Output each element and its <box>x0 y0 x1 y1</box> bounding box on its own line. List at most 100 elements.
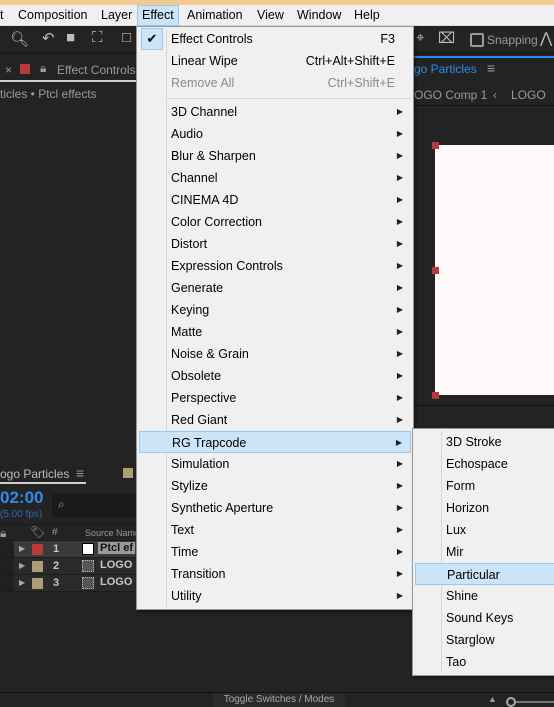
submenu-item-horizon[interactable]: Horizon <box>415 497 554 519</box>
menu-layer[interactable]: Layer <box>97 5 136 26</box>
transform-handle[interactable] <box>432 142 439 149</box>
menu-help[interactable]: Help <box>350 5 384 26</box>
menu-item-channel[interactable]: Channel ▶ <box>139 167 411 189</box>
menu-item-generate[interactable]: Generate ▶ <box>139 277 411 299</box>
camera-tool-icon[interactable]: ■ <box>66 29 75 46</box>
expand-arrow-icon[interactable]: ▶ <box>19 561 25 570</box>
menu-item-obsolete[interactable]: Obsolete ▶ <box>139 365 411 387</box>
menu-item-expression-controls[interactable]: Expression Controls ▶ <box>139 255 411 277</box>
close-icon[interactable]: × <box>5 63 12 77</box>
zoom-out-icon[interactable]: ▲ <box>488 694 497 704</box>
layer-row[interactable]: ▶ 3 LOGO <box>0 575 136 592</box>
menu-item-cinema-4d[interactable]: CINEMA 4D ▶ <box>139 189 411 211</box>
panel-menu-icon[interactable]: ≡ <box>76 465 84 481</box>
zoom-tool-icon[interactable]: 🔍︎ <box>10 30 29 48</box>
menu-item-label: Utility <box>171 589 202 603</box>
submenu-item-echospace[interactable]: Echospace <box>415 453 554 475</box>
menu-item-noise-grain[interactable]: Noise & Grain ▶ <box>139 343 411 365</box>
lock-toggle[interactable] <box>0 575 14 591</box>
menu-item-label: Horizon <box>446 501 490 515</box>
menu-item-time[interactable]: Time ▶ <box>139 541 411 563</box>
submenu-item-particular[interactable]: Particular <box>415 563 554 585</box>
layer-search-input[interactable]: ⌕ <box>52 494 142 518</box>
menu-t[interactable]: t <box>0 5 7 26</box>
lock-icon[interactable]: 🔒︎ <box>40 61 46 76</box>
submenu-arrow-icon: ▶ <box>396 195 403 204</box>
number-column-header[interactable]: # <box>52 527 58 538</box>
menu-item-3d-channel[interactable]: 3D Channel ▶ <box>139 101 411 123</box>
menu-item-synthetic-aperture[interactable]: Synthetic Aperture ▶ <box>139 497 411 519</box>
submenu-item-form[interactable]: Form <box>415 475 554 497</box>
puppet-pin-tool-icon[interactable]: ⌖ <box>416 29 424 46</box>
effect-controls-tab[interactable]: × 🔒︎ Effect Controls <box>0 58 136 82</box>
menu-view[interactable]: View <box>253 5 288 26</box>
lock-toggle[interactable] <box>0 558 14 574</box>
menu-item-blur-sharpen[interactable]: Blur & Sharpen ▶ <box>139 145 411 167</box>
snapping-checkbox[interactable] <box>470 33 484 47</box>
zoom-slider-track[interactable] <box>516 701 554 703</box>
source-name-column-header[interactable]: Source Name <box>85 528 140 538</box>
submenu-item-lux[interactable]: Lux <box>415 519 554 541</box>
submenu-item-starglow[interactable]: Starglow <box>415 629 554 651</box>
menu-item-matte[interactable]: Matte ▶ <box>139 321 411 343</box>
menu-item-perspective[interactable]: Perspective ▶ <box>139 387 411 409</box>
panel-menu-icon[interactable]: ≡ <box>487 60 495 76</box>
menu-item-label: Synthetic Aperture <box>171 501 274 515</box>
expand-arrow-icon[interactable]: ▶ <box>19 544 25 553</box>
menu-item-distort[interactable]: Distort ▶ <box>139 233 411 255</box>
timeline-tab[interactable]: ogo Particles <box>0 464 86 484</box>
label-color-swatch[interactable] <box>32 578 43 589</box>
menu-item-label: Echospace <box>446 457 508 471</box>
comp-tab[interactable]: go Particles <box>414 62 477 76</box>
puppet-overlap-tool-icon[interactable]: ⌧ <box>438 29 455 47</box>
layer-number: 2 <box>53 560 60 572</box>
menu-item-rg-trapcode[interactable]: RG Trapcode ▶ <box>139 431 411 453</box>
menu-item-remove-all[interactable]: Remove All Ctrl+Shift+E <box>139 72 411 94</box>
submenu-item-shine[interactable]: Shine <box>415 585 554 607</box>
submenu-item-sound-keys[interactable]: Sound Keys <box>415 607 554 629</box>
layer-name[interactable]: LOGO <box>98 576 134 588</box>
breadcrumb-comp[interactable]: OGO Comp 1 <box>414 88 487 102</box>
submenu-arrow-icon: ▶ <box>396 107 403 116</box>
toggle-switches-modes-button[interactable]: Toggle Switches / Modes <box>213 693 345 707</box>
layer-name[interactable]: Ptcl ef <box>98 542 136 554</box>
submenu-item-3d-stroke[interactable]: 3D Stroke <box>415 431 554 453</box>
expand-icon[interactable]: ⋀ <box>540 29 552 47</box>
menu-item-simulation[interactable]: Simulation ▶ <box>139 453 411 475</box>
submenu-arrow-icon: ▶ <box>396 525 403 534</box>
lock-toggle[interactable] <box>0 541 14 557</box>
zoom-slider-handle[interactable] <box>506 697 516 707</box>
submenu-item-mir[interactable]: Mir <box>415 541 554 563</box>
menu-item-utility[interactable]: Utility ▶ <box>139 585 411 607</box>
menu-item-text[interactable]: Text ▶ <box>139 519 411 541</box>
comp-canvas[interactable] <box>435 145 554 395</box>
pan-behind-tool-icon[interactable]: ⛶ <box>92 29 103 46</box>
rectangle-tool-icon[interactable]: □ <box>122 29 131 46</box>
menu-item-keying[interactable]: Keying ▶ <box>139 299 411 321</box>
breadcrumb-layer[interactable]: LOGO <box>511 88 546 102</box>
submenu-arrow-icon: ▶ <box>396 217 403 226</box>
layer-name[interactable]: LOGO <box>98 559 134 571</box>
menu-item-linear-wipe[interactable]: Linear Wipe Ctrl+Alt+Shift+E <box>139 50 411 72</box>
menu-effect[interactable]: Effect <box>137 5 179 26</box>
rotate-tool-icon[interactable]: ↶ <box>42 29 55 47</box>
menu-item-transition[interactable]: Transition ▶ <box>139 563 411 585</box>
transform-handle[interactable] <box>432 267 439 274</box>
menu-item-stylize[interactable]: Stylize ▶ <box>139 475 411 497</box>
menu-window[interactable]: Window <box>293 5 345 26</box>
menu-composition[interactable]: Composition <box>14 5 91 26</box>
transform-handle[interactable] <box>432 392 439 399</box>
label-color-swatch[interactable] <box>32 561 43 572</box>
menu-item-effect-controls[interactable]: ✔ Effect Controls F3 <box>139 28 411 50</box>
layer-row[interactable]: ▶ 1 Ptcl ef <box>0 541 136 558</box>
expand-arrow-icon[interactable]: ▶ <box>19 578 25 587</box>
submenu-arrow-icon: ▶ <box>395 438 402 447</box>
layer-row[interactable]: ▶ 2 LOGO <box>0 558 136 575</box>
submenu-item-tao[interactable]: Tao <box>415 651 554 673</box>
menu-animation[interactable]: Animation <box>183 5 247 26</box>
menu-item-audio[interactable]: Audio ▶ <box>139 123 411 145</box>
menu-item-color-correction[interactable]: Color Correction ▶ <box>139 211 411 233</box>
timecode[interactable]: 02:00 <box>0 488 43 508</box>
menu-item-red-giant[interactable]: Red Giant ▶ <box>139 409 411 431</box>
label-color-swatch[interactable] <box>32 544 43 555</box>
